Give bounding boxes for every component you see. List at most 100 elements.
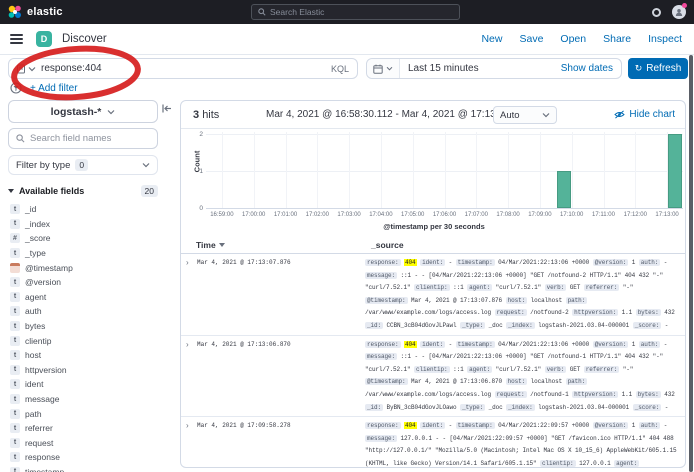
field-item-request[interactable]: trequest <box>10 436 170 451</box>
string-field-icon: t <box>10 204 20 214</box>
appbar-link-new[interactable]: New <box>481 33 502 45</box>
appbar-link-save[interactable]: Save <box>519 33 543 45</box>
expand-row-icon[interactable]: › <box>186 420 197 432</box>
field-name-badge: agent: <box>467 366 492 373</box>
field-name: agent <box>25 292 46 302</box>
space-badge[interactable]: D <box>36 31 52 47</box>
histogram-bar[interactable] <box>668 134 682 208</box>
y-tick-label: 0 <box>189 205 203 212</box>
chevron-down-icon <box>142 162 150 168</box>
time-range-value[interactable]: Last 15 minutes <box>400 63 479 74</box>
available-fields-count-badge: 20 <box>141 185 158 197</box>
expand-row-icon[interactable]: › <box>186 339 197 351</box>
available-fields-header[interactable]: Available fields 20 <box>8 185 166 197</box>
field-item-_index[interactable]: t_index <box>10 217 170 232</box>
add-filter-button[interactable]: + Add filter <box>30 83 78 94</box>
gridline-vertical <box>445 132 446 208</box>
hide-chart-button[interactable]: Hide chart <box>614 109 675 120</box>
histogram-bar[interactable] <box>557 171 571 208</box>
field-item-timestamp[interactable]: ttimestamp <box>10 465 170 472</box>
field-name-badge: clientip: <box>414 366 450 373</box>
appbar-link-inspect[interactable]: Inspect <box>648 33 682 45</box>
row-source: response: 404 ident: - timestamp: 04/Mar… <box>365 420 679 467</box>
field-item-path[interactable]: tpath <box>10 406 170 421</box>
table-header: Time _source <box>181 236 685 254</box>
filter-by-type-button[interactable]: Filter by type 0 <box>8 155 158 175</box>
row-source: response: 404 ident: - timestamp: 04/Mar… <box>365 257 679 333</box>
field-name: timestamp <box>25 467 64 472</box>
chevron-down-icon <box>28 66 36 72</box>
string-field-icon: t <box>10 277 20 287</box>
string-field-icon: t <box>10 365 20 375</box>
x-tick-label: 17:05:00 <box>401 212 424 218</box>
field-name-badge: clientip: <box>540 460 576 467</box>
field-name-badge: _index: <box>506 322 535 329</box>
global-search-input[interactable]: Search Elastic <box>251 4 460 20</box>
query-language-label[interactable]: KQL <box>331 64 357 74</box>
field-item-ident[interactable]: tident <box>10 377 170 392</box>
filter-options-icon[interactable] <box>10 82 22 94</box>
appbar-link-share[interactable]: Share <box>603 33 631 45</box>
string-field-icon: t <box>10 219 20 229</box>
interval-select[interactable]: Auto <box>493 106 557 124</box>
field-name-badge: host: <box>506 378 528 385</box>
field-name-badge: @version: <box>593 259 629 266</box>
gridline-vertical <box>381 132 382 208</box>
number-field-icon: # <box>10 233 20 243</box>
field-name-badge: verb: <box>545 284 567 291</box>
kql-query-input[interactable]: response:404 KQL <box>8 58 358 79</box>
y-tick-label: 2 <box>189 131 203 138</box>
user-avatar[interactable] <box>672 5 686 19</box>
field-item-@timestamp[interactable]: @timestamp <box>10 260 170 275</box>
index-pattern-selector[interactable]: logstash-* <box>8 100 158 123</box>
field-item-@version[interactable]: t@version <box>10 275 170 290</box>
x-tick-label: 17:13:00 <box>655 212 678 218</box>
deployment-icon[interactable] <box>652 8 661 17</box>
field-item-httpversion[interactable]: thttpversion <box>10 363 170 378</box>
string-field-icon: t <box>10 336 20 346</box>
field-name-badge: auth: <box>639 259 661 266</box>
saved-query-icon[interactable] <box>16 64 26 74</box>
x-axis-label: @timestamp per 30 seconds <box>181 222 686 231</box>
field-name: _id <box>25 204 36 214</box>
row-source: response: 404 ident: - timestamp: 04/Mar… <box>365 339 679 415</box>
gridline-vertical <box>635 132 636 208</box>
field-item-_score[interactable]: #_score <box>10 231 170 246</box>
field-name-badge: bytes: <box>636 391 661 398</box>
field-name: @timestamp <box>25 263 73 273</box>
field-name-badge: message: <box>365 435 397 442</box>
date-picker[interactable]: Last 15 minutes Show dates <box>366 58 622 79</box>
field-item-_type[interactable]: t_type <box>10 246 170 261</box>
hits-count: 3 hits <box>193 109 219 121</box>
elastic-logo[interactable]: elastic <box>0 5 63 19</box>
field-name-badge: response: <box>365 422 401 429</box>
field-item-message[interactable]: tmessage <box>10 392 170 407</box>
refresh-button[interactable]: ↻ Refresh <box>628 58 688 79</box>
field-item-referrer[interactable]: treferrer <box>10 421 170 436</box>
field-item-auth[interactable]: tauth <box>10 304 170 319</box>
column-time[interactable]: Time <box>196 240 225 250</box>
field-item-response[interactable]: tresponse <box>10 450 170 465</box>
type-filter-count-badge: 0 <box>75 159 88 171</box>
x-tick-label: 17:11:00 <box>592 212 615 218</box>
field-name-badge: @version: <box>593 341 629 348</box>
field-search-placeholder: Search field names <box>30 133 111 144</box>
field-search-input[interactable]: Search field names <box>8 128 158 149</box>
appbar-links: New Save Open Share Inspect <box>481 33 682 45</box>
appbar-link-open[interactable]: Open <box>560 33 586 45</box>
field-item-_id[interactable]: t _id <box>10 202 170 217</box>
vertical-scrollbar[interactable] <box>689 55 693 472</box>
field-item-bytes[interactable]: tbytes <box>10 319 170 334</box>
field-item-clientip[interactable]: tclientip <box>10 333 170 348</box>
date-picker-quick-menu[interactable] <box>367 59 400 78</box>
row-timestamp: Mar 4, 2021 @ 17:09:58.278 <box>197 420 365 433</box>
menu-hamburger-icon[interactable] <box>10 34 23 44</box>
field-item-agent[interactable]: tagent <box>10 290 170 305</box>
show-dates-button[interactable]: Show dates <box>561 63 621 74</box>
field-name-badge: request: <box>495 309 527 316</box>
refresh-icon: ↻ <box>635 64 643 74</box>
expand-row-icon[interactable]: › <box>186 257 197 269</box>
field-name-badge: @timestamp: <box>365 297 408 304</box>
field-item-host[interactable]: thost <box>10 348 170 363</box>
collapse-sidebar-icon[interactable] <box>162 104 172 113</box>
